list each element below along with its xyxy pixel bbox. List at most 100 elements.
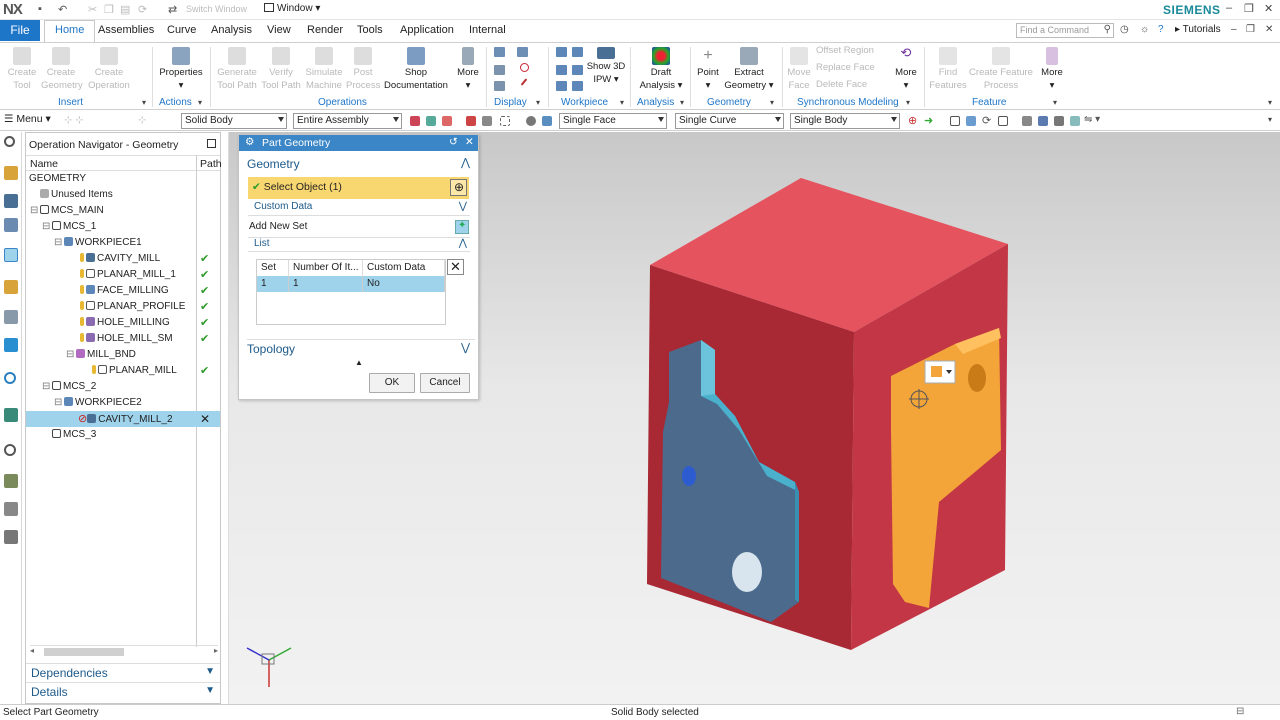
filter-icon-2[interactable] (426, 116, 436, 126)
help-icon[interactable]: ? (1158, 24, 1164, 35)
blue-hole-large[interactable] (732, 552, 762, 592)
col-path-header[interactable]: Path (200, 158, 222, 170)
resource-icon-13[interactable] (4, 530, 18, 544)
tab-tools[interactable]: Tools (357, 24, 383, 36)
repeat-icon[interactable]: ⟳ (138, 3, 147, 16)
display-stock-icon[interactable] (494, 81, 505, 91)
display-expand-icon[interactable]: ▾ (536, 98, 540, 107)
table-header[interactable]: Number Of It... (289, 260, 363, 276)
filter-icon-3[interactable] (442, 116, 452, 126)
shop-documentation-button[interactable]: Shop Documentation (382, 47, 450, 92)
move-face-button[interactable]: Move Face (786, 47, 812, 92)
analysis-expand-icon[interactable]: ▾ (680, 98, 684, 107)
workpiece-icon-4[interactable] (572, 65, 583, 75)
cut-icon[interactable]: ✂ (88, 3, 97, 16)
selection-bar-overflow-icon[interactable]: ▾ (1268, 115, 1272, 124)
actions-expand-icon[interactable]: ▾ (198, 98, 202, 107)
view-icon-7[interactable] (1070, 116, 1080, 126)
post-process-button[interactable]: Post Process (346, 47, 380, 92)
add-new-set-button[interactable]: ✦ (455, 220, 469, 234)
resource-icon-7[interactable] (4, 338, 18, 352)
refresh-icon[interactable]: ⟳ (982, 114, 991, 127)
tab-home[interactable]: Home (44, 20, 96, 42)
window-menu[interactable]: Window ▾ (264, 3, 320, 14)
close-icon[interactable]: ✕ (465, 136, 474, 148)
tree-row-mill-bnd[interactable]: ⊟ MILL_BND (26, 347, 220, 363)
collapse-more-icon[interactable]: ▲ (355, 358, 363, 367)
cancel-button[interactable]: Cancel (420, 373, 470, 393)
filter-icon-1[interactable] (410, 116, 420, 126)
curve-rule-select[interactable]: Single Curve (675, 113, 784, 129)
table-cell[interactable]: No (363, 276, 445, 292)
tree-row-cavity-mill[interactable]: CAVITY_MILL ✔ (26, 251, 220, 267)
tree-row-hole-mill-sm[interactable]: HOLE_MILL_SM ✔ (26, 331, 220, 347)
paste-icon[interactable]: ▤ (120, 3, 130, 16)
tree-row-mcs-1[interactable]: ⊟ MCS_1 (26, 219, 220, 235)
list-header[interactable]: List ⋀ (248, 237, 470, 252)
tree-row-face-milling[interactable]: FACE_MILLING ✔ (26, 283, 220, 299)
scroll-thumb[interactable] (44, 648, 124, 656)
tree-row-mcs-2[interactable]: ⊟ MCS_2 (26, 379, 220, 395)
feature-expand-icon[interactable]: ▾ (1053, 98, 1057, 107)
dialog-title-bar[interactable]: ⚙ Part Geometry ↺ ✕ (239, 135, 478, 151)
status-window-icon[interactable]: ⊟ (1236, 706, 1244, 717)
tree-row-planar-mill[interactable]: PLANAR_MILL ✔ (26, 363, 220, 379)
resource-icon-3[interactable] (4, 218, 18, 232)
type-filter-select[interactable]: Solid Body (181, 113, 287, 129)
verify-tool-path-button[interactable]: Verify Tool Path (260, 47, 302, 92)
tree-row-workpiece1[interactable]: ⊟ WORKPIECE1 (26, 235, 220, 251)
ribbon-close-icon[interactable]: ✕ (1265, 24, 1273, 35)
copy-icon[interactable]: ❐ (104, 3, 114, 16)
table-header[interactable]: Custom Data (363, 260, 445, 276)
tab-analysis[interactable]: Analysis (211, 24, 252, 36)
snap-point-icon[interactable]: ⊕ (908, 114, 917, 127)
scroll-left-icon[interactable]: ◂ (30, 646, 34, 655)
insert-expand-icon[interactable]: ▾ (142, 98, 146, 107)
tree-row-workpiece2[interactable]: ⊟ WORKPIECE2 (26, 395, 220, 411)
tree-row-planar-mill-1[interactable]: PLANAR_MILL_1 ✔ (26, 267, 220, 283)
filter-icon-4[interactable] (466, 116, 476, 126)
operations-more-button[interactable]: More ▾ (454, 47, 482, 92)
remove-set-button[interactable]: ✕ (447, 259, 464, 275)
workpiece-icon-3[interactable] (556, 65, 567, 75)
operation-navigator-tab-icon[interactable] (4, 248, 18, 262)
geometry-section-header[interactable]: Geometry (247, 157, 300, 171)
topology-section-header[interactable]: Topology (247, 342, 295, 356)
tab-file[interactable]: File (0, 20, 40, 41)
chevron-down-icon[interactable]: ⋁ (461, 341, 470, 354)
view-icon-5[interactable] (1038, 116, 1048, 126)
scroll-right-icon[interactable]: ▸ (214, 646, 218, 655)
extract-geometry-button[interactable]: Extract Geometry ▾ (722, 47, 776, 92)
resource-icon-1[interactable] (4, 166, 18, 180)
close-icon[interactable]: ✕ (1264, 2, 1273, 15)
restore-icon[interactable]: ❐ (1244, 2, 1254, 15)
create-tool-button[interactable]: Create Tool (4, 47, 40, 92)
properties-button[interactable]: Properties ▾ (158, 47, 204, 92)
blue-hole-small[interactable] (682, 466, 696, 486)
delete-face-button[interactable]: Delete Face (816, 79, 867, 92)
sync-more-button[interactable]: ⟲ More ▾ (892, 46, 920, 92)
select-object-button[interactable]: ⊕ (450, 179, 467, 196)
table-cell[interactable]: 1 (289, 276, 363, 292)
history-icon[interactable]: ◷ (1120, 24, 1129, 35)
details-panel[interactable]: Details ▼ (26, 682, 220, 700)
display-curve-icon[interactable] (520, 78, 528, 86)
show-3d-ipw-button[interactable]: Show 3D IPW ▾ (586, 47, 626, 86)
navigator-float-icon[interactable] (207, 139, 216, 148)
reset-icon[interactable]: ↺ (449, 136, 458, 148)
resource-icon-9[interactable] (4, 408, 18, 422)
arrow-icon[interactable]: ➜ (924, 114, 933, 127)
face-rule-select[interactable]: Single Face (559, 113, 667, 129)
select-object-row[interactable]: ✔ Select Object (1) ⊕ (248, 177, 469, 199)
generate-tool-path-button[interactable]: Generate Tool Path (214, 47, 260, 92)
minimize-icon[interactable]: – (1226, 2, 1232, 14)
find-features-button[interactable]: Find Features (928, 47, 968, 92)
resource-icon-2[interactable] (4, 194, 18, 208)
filter-icon-5[interactable] (482, 116, 492, 126)
chevron-up-icon[interactable]: ⋀ (461, 156, 470, 169)
view-icon-6[interactable] (1054, 116, 1064, 126)
ribbon-restore-icon[interactable]: ❐ (1246, 24, 1255, 35)
table-header[interactable]: Set (257, 260, 289, 276)
col-name-header[interactable]: Name (30, 158, 58, 170)
tab-application[interactable]: Application (400, 24, 454, 36)
